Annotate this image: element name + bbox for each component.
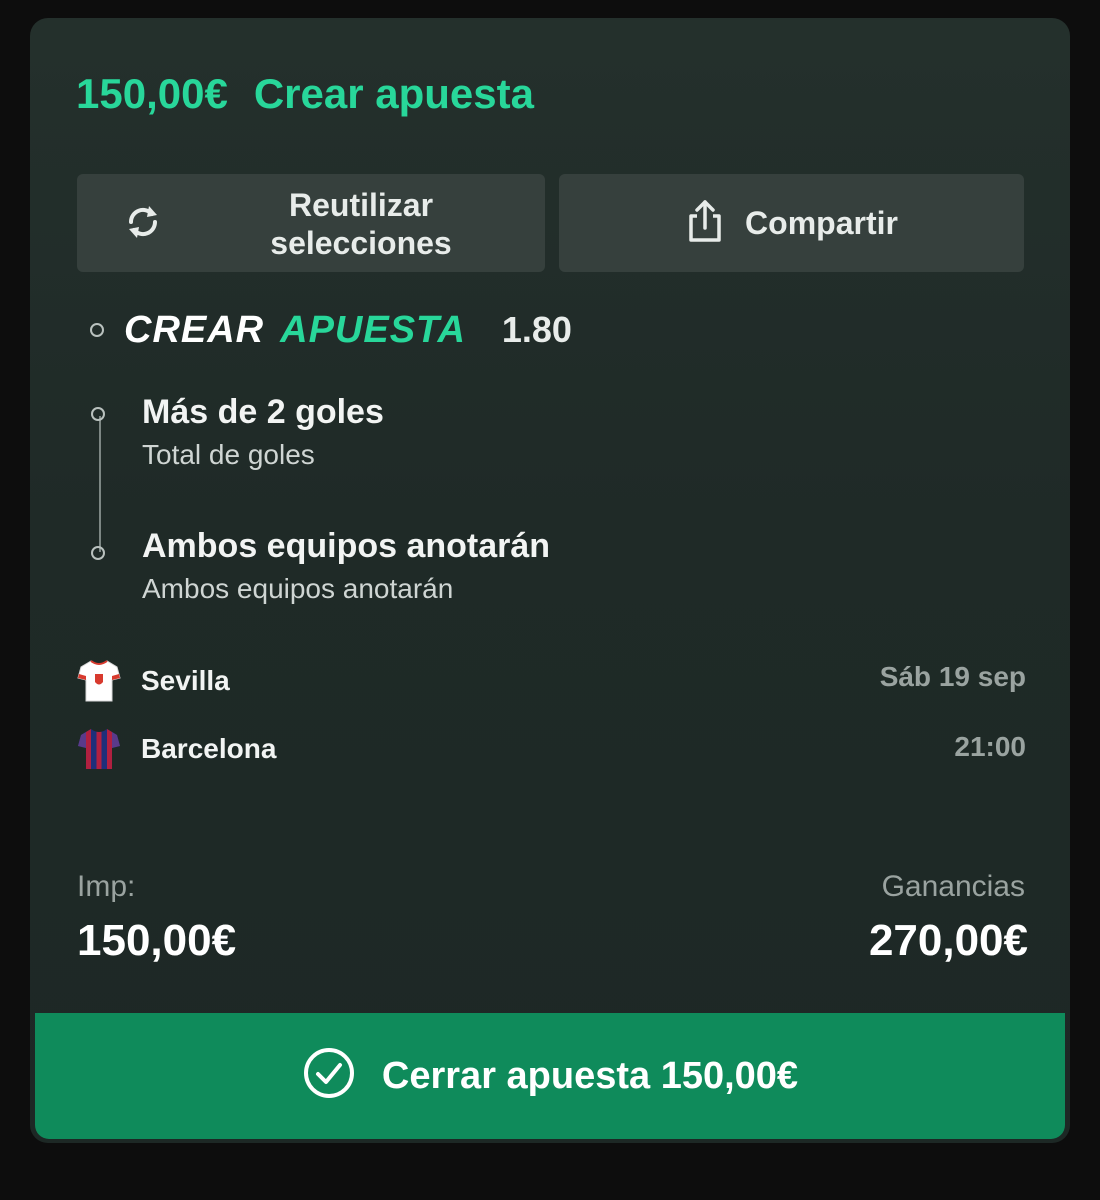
builder-word-apuesta: APUESTA <box>280 308 466 351</box>
stake-label: Imp: <box>77 870 136 903</box>
bet-builder-row: CREAR APUESTA 1.80 <box>90 306 572 354</box>
reuse-selections-label: Reutilizar selecciones <box>270 187 452 261</box>
builder-node-icon <box>90 323 104 337</box>
home-team-name: Sevilla <box>141 665 230 696</box>
selection-item: Ambos equipos anotarán Ambos equipos ano… <box>142 526 550 606</box>
builder-odds: 1.80 <box>501 309 572 350</box>
place-bet-button[interactable]: Cerrar apuesta 150,00€ <box>35 1013 1065 1139</box>
reuse-selections-button[interactable]: Reutilizar selecciones <box>77 174 545 272</box>
selection-node-icon <box>91 407 105 421</box>
selection-market: Ambos equipos anotarán <box>142 573 454 604</box>
barcelona-shirt-icon <box>77 726 121 772</box>
builder-word-crear: CREAR <box>124 308 265 351</box>
winnings-label: Ganancias <box>881 870 1025 903</box>
place-bet-label: Cerrar apuesta 150,00€ <box>381 1054 799 1097</box>
match-time: 21:00 <box>954 731 1026 762</box>
selection-market: Total de goles <box>142 439 315 470</box>
header-amount: 150,00€ <box>76 70 228 117</box>
winnings-value: 270,00€ <box>868 916 1028 965</box>
match-date: Sáb 19 sep <box>879 661 1026 692</box>
selection-title: Más de 2 goles <box>142 393 384 431</box>
selection-node-icon <box>91 546 105 560</box>
check-circle-icon <box>302 1046 356 1110</box>
stake-value: 150,00€ <box>77 916 237 965</box>
refresh-icon <box>123 202 163 250</box>
home-team: Sevilla <box>77 658 230 704</box>
selection-timeline <box>99 416 101 552</box>
sevilla-shirt-icon <box>77 658 121 704</box>
share-label: Compartir <box>745 204 898 241</box>
share-icon <box>685 198 725 252</box>
bet-slip-header: 150,00€ Crear apuesta <box>76 70 534 118</box>
header-title: Crear apuesta <box>253 70 534 117</box>
away-team-name: Barcelona <box>141 733 277 764</box>
selection-item: Más de 2 goles Total de goles <box>142 392 384 472</box>
away-team: Barcelona <box>77 726 276 772</box>
selection-title: Ambos equipos anotarán <box>142 527 551 565</box>
share-button[interactable]: Compartir <box>559 174 1024 272</box>
bet-slip-card: 150,00€ Crear apuesta Reutilizar seleccio… <box>30 18 1070 1143</box>
